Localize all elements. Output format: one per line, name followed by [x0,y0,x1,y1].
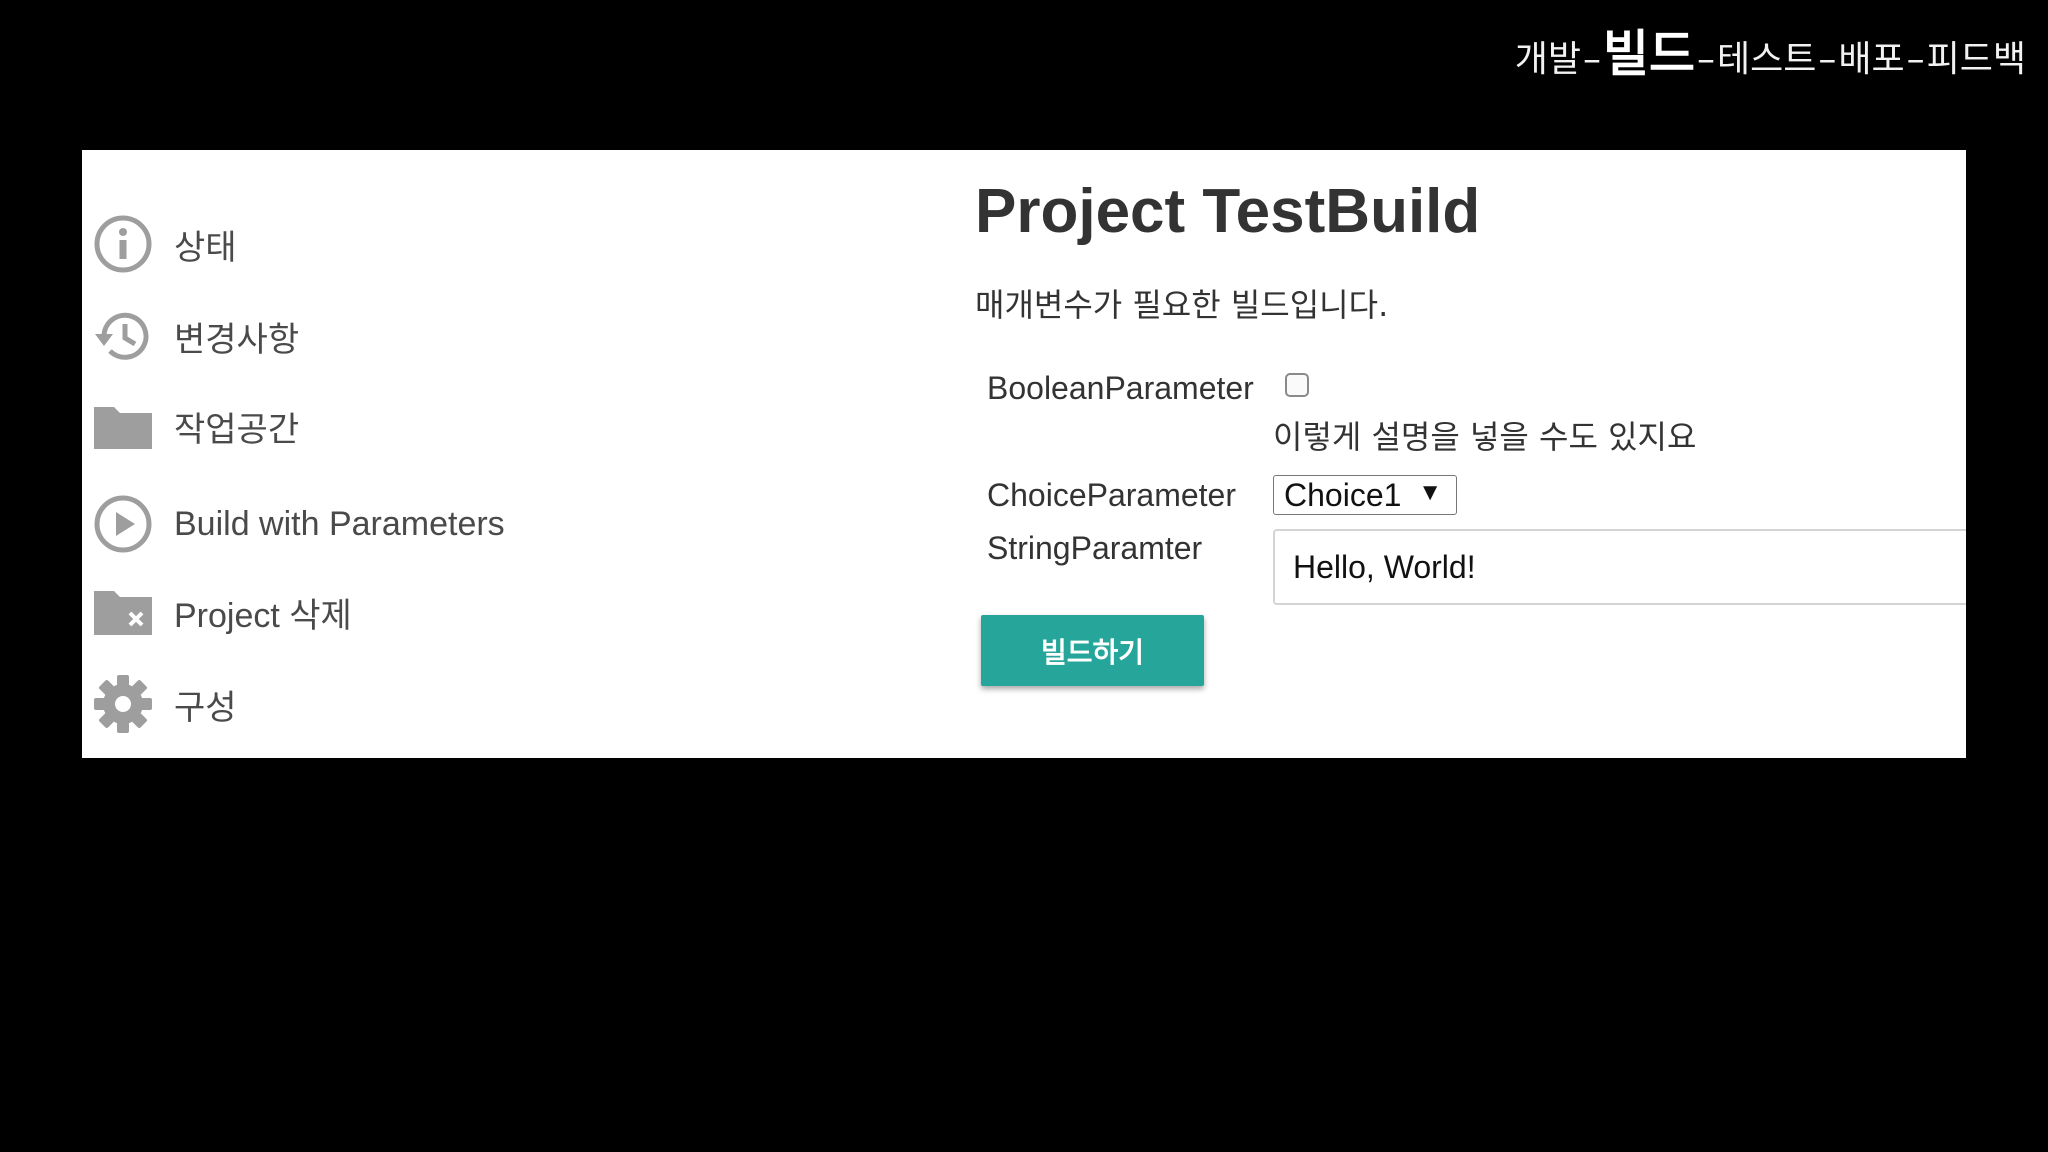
boolean-parameter-checkbox[interactable] [1285,373,1309,397]
string-parameter-input[interactable]: Hello, World! [1273,529,1973,605]
string-parameter-label: StringParamter [987,530,1203,566]
choice-parameter-select[interactable]: Choice1 ▼ [1273,475,1457,515]
sidebar-item-configure[interactable]: 구성 [92,672,237,736]
pipeline-breadcrumb: 개발 – 빌드 – 테스트 – 배포 – 피드백 [1515,14,2026,86]
sidebar-item-delete-project[interactable]: Project 삭제 [92,580,352,644]
sidebar-item-label: 변경사항 [174,320,300,359]
pipeline-step-deploy: 배포 [1838,39,1905,80]
sidebar-item-label: 작업공간 [174,410,300,449]
sidebar-item-label: Project 삭제 [174,596,352,635]
pipeline-step-dev: 개발 [1514,39,1581,80]
pipeline-separator: – [1818,39,1837,80]
sidebar-item-changes[interactable]: 변경사항 [92,304,299,368]
page-description: 매개변수가 필요한 빌드입니다. [975,286,1389,324]
play-circle-icon [92,493,154,555]
folder-delete-icon [92,581,154,643]
choice-parameter-selected: Choice1 [1284,476,1402,513]
string-parameter-value: Hello, World! [1293,548,1476,585]
screen: 개발 – 빌드 – 테스트 – 배포 – 피드백 상태 변경사항 작업공간 Bu… [0,0,2048,1152]
build-button[interactable]: 빌드하기 [981,615,1204,686]
sidebar-item-status[interactable]: 상태 [92,212,237,276]
pipeline-separator: – [1906,39,1925,80]
info-icon [92,213,154,275]
history-icon [92,305,154,367]
boolean-parameter-label: BooleanParameter [987,370,1254,406]
sidebar-item-label: 구성 [174,688,237,727]
chevron-down-icon: ▼ [1418,479,1442,506]
sidebar-item-label: 상태 [174,228,237,267]
sidebar-item-label: Build with Parameters [174,504,505,543]
boolean-parameter-description: 이렇게 설명을 넣을 수도 있지요 [1273,418,1697,456]
choice-parameter-label: ChoiceParameter [987,477,1236,513]
folder-icon [92,395,154,457]
sidebar-item-build-with-parameters[interactable]: Build with Parameters [92,492,505,556]
pipeline-separator: – [1583,39,1601,80]
pipeline-step-test: 테스트 [1717,39,1817,80]
pipeline-separator: – [1697,39,1715,80]
sidebar: 상태 변경사항 작업공간 Build with Parameters Proje… [82,150,982,758]
pipeline-step-feedback: 피드백 [1926,39,2026,80]
right-margin [1966,150,2048,758]
page-title: Project TestBuild [975,177,1481,246]
pipeline-step-build: 빌드 [1603,25,1695,83]
sidebar-item-workspace[interactable]: 작업공간 [92,394,299,458]
gear-icon [92,673,154,735]
